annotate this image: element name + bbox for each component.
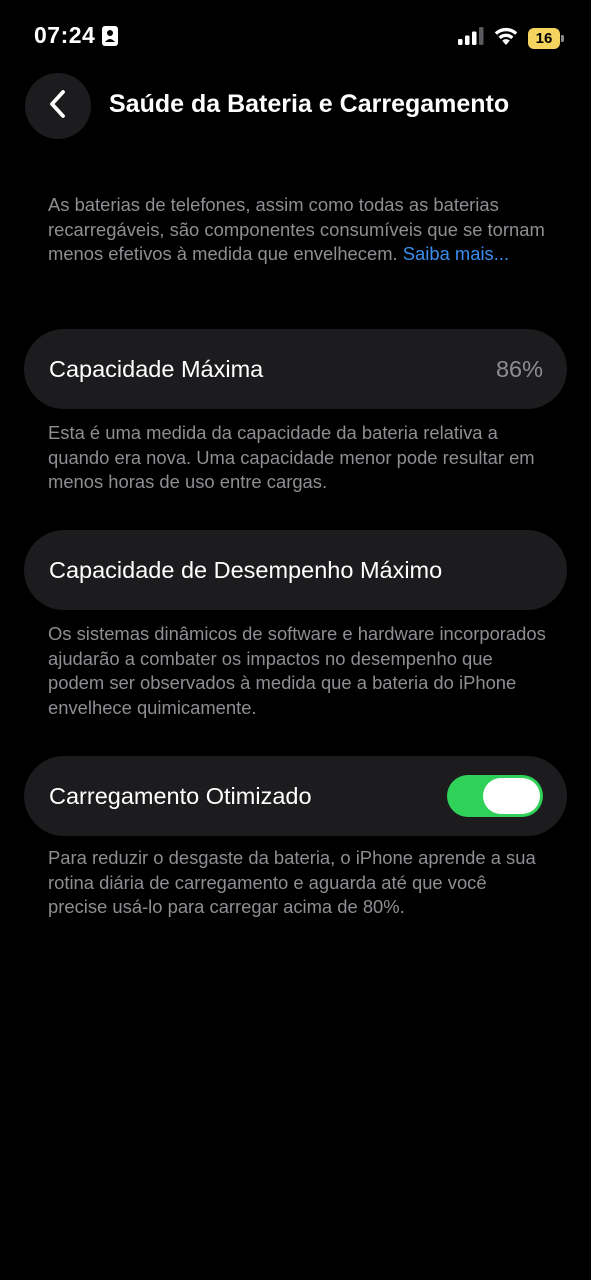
optimized-charging-label: Carregamento Otimizado — [49, 782, 312, 809]
max-capacity-description: Esta é uma medida da capacidade da bater… — [48, 422, 535, 492]
focus-mode-icon — [101, 25, 119, 47]
toggle-knob — [483, 778, 540, 814]
max-capacity-row: Capacidade Máxima 86% — [24, 329, 567, 409]
optimized-charging-toggle[interactable] — [447, 775, 543, 817]
peak-performance-description: Os sistemas dinâmicos de software e hard… — [48, 623, 546, 718]
peak-performance-label: Capacidade de Desempenho Máximo — [49, 556, 443, 583]
max-capacity-label: Capacidade Máxima — [49, 355, 264, 382]
battery-health-screen: 07:24 16 Saúde da Bateria e Carregamento… — [0, 0, 591, 1280]
battery-level: 16 — [528, 27, 560, 49]
max-capacity-value: 86% — [495, 355, 543, 382]
battery-tip — [561, 34, 564, 42]
chevron-left-icon — [46, 89, 70, 124]
page-title: Saúde da Bateria e Carregamento — [109, 90, 510, 118]
peak-performance-row: Capacidade de Desempenho Máximo — [24, 530, 567, 610]
learn-more-link[interactable]: Saiba mais... — [403, 243, 509, 264]
status-bar: 07:24 16 — [0, 0, 591, 76]
optimized-charging-description: Para reduzir o desgaste da bateria, o iP… — [48, 847, 536, 917]
optimized-charging-row: Carregamento Otimizado — [24, 756, 567, 836]
back-button[interactable] — [25, 73, 91, 139]
wifi-icon — [493, 26, 519, 50]
status-indicators: 16 — [458, 26, 564, 50]
status-time-group: 07:24 — [34, 22, 119, 49]
cellular-signal-icon — [458, 26, 484, 50]
status-time: 07:24 — [34, 22, 96, 48]
battery-icon: 16 — [528, 27, 564, 49]
intro-description: As baterias de telefones, assim como tod… — [48, 193, 548, 267]
